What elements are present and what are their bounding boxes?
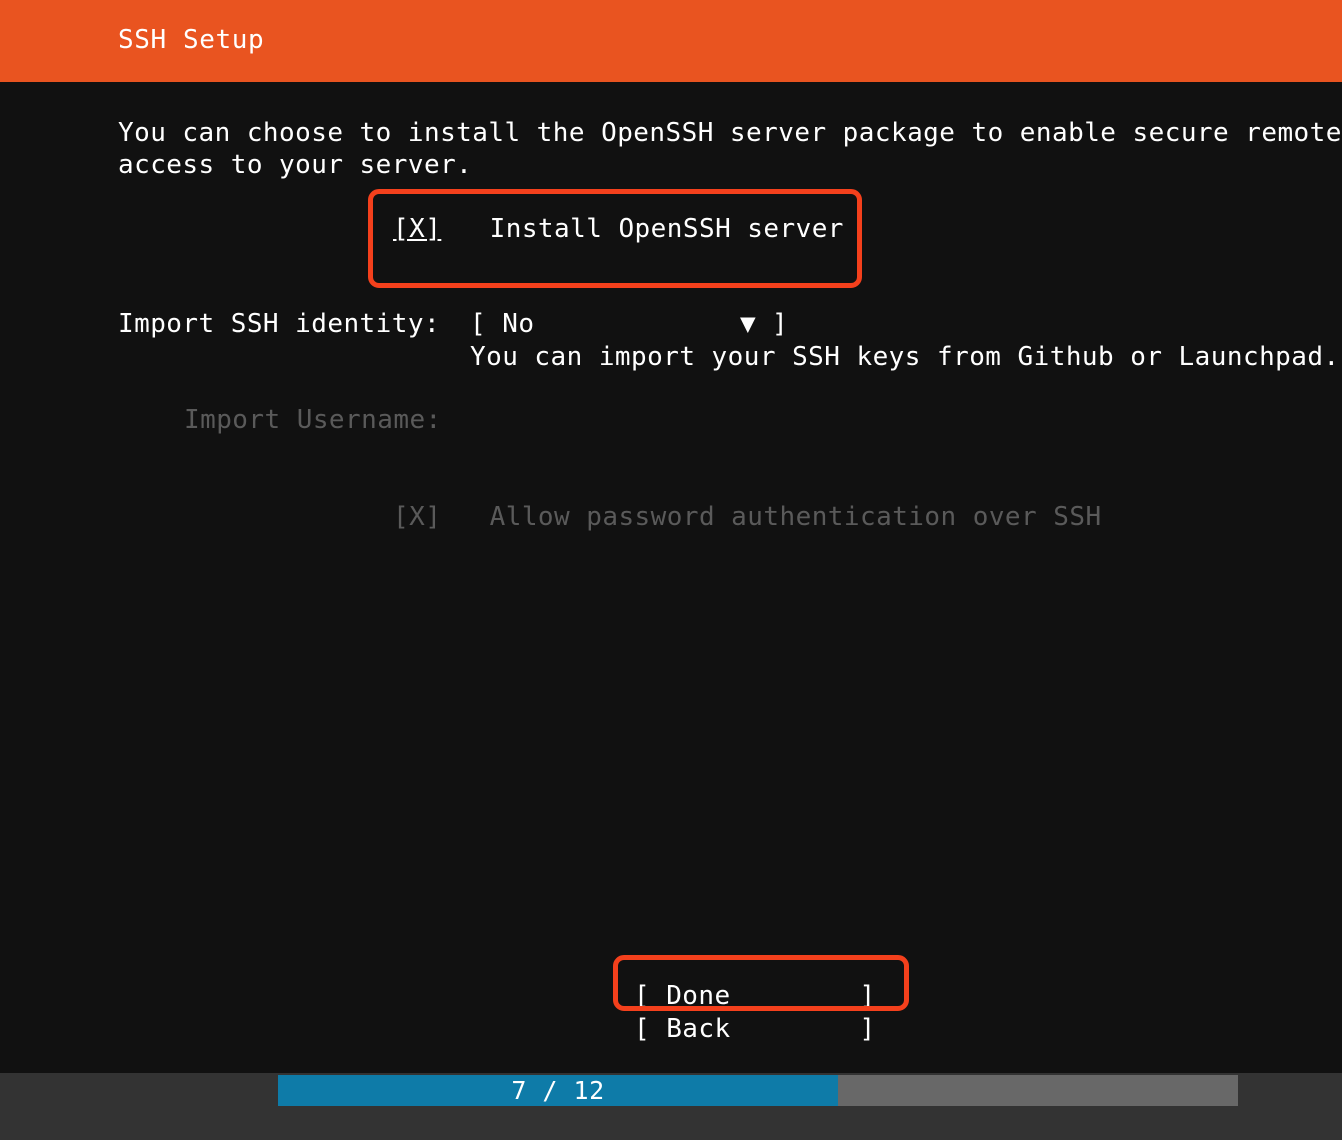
- page-title: SSH Setup: [118, 25, 265, 55]
- description-line-1: You can choose to install the OpenSSH se…: [118, 118, 1342, 148]
- allow-password-auth-label: Allow password authentication over SSH: [489, 502, 1102, 532]
- import-identity-open-bracket: [: [470, 309, 487, 339]
- allow-password-auth-checkbox: [X]: [393, 502, 442, 532]
- description-line-2: access to your server.: [118, 150, 473, 180]
- import-username-label: Import Username:: [184, 405, 442, 435]
- chevron-down-icon[interactable]: ▼: [740, 307, 756, 341]
- allow-password-auth-row: [X] Allow password authentication over S…: [393, 500, 1102, 534]
- install-openssh-label: Install OpenSSH server: [489, 214, 844, 244]
- import-identity-value: No: [502, 309, 535, 339]
- install-openssh-spacer: [441, 214, 489, 244]
- install-openssh-checkbox-row[interactable]: [X] Install OpenSSH server: [393, 212, 844, 246]
- done-button[interactable]: [ Done ]: [634, 979, 876, 1013]
- progress-bar-label: 7 / 12: [511, 1076, 605, 1105]
- progress-bar: 7 / 12: [278, 1075, 1238, 1106]
- import-identity-select[interactable]: [ No: [470, 307, 534, 341]
- import-identity-spacer: [486, 309, 502, 339]
- import-identity-hint: You can import your SSH keys from Github…: [470, 342, 1340, 372]
- install-openssh-checkbox[interactable]: [X]: [393, 214, 441, 244]
- back-button[interactable]: [ Back ]: [634, 1012, 876, 1046]
- installer-screen: SSH Setup You can choose to install the …: [0, 0, 1342, 1140]
- import-identity-close-bracket: ]: [772, 309, 789, 339]
- allow-password-auth-spacer: [441, 502, 489, 532]
- import-identity-label: Import SSH identity:: [118, 309, 441, 339]
- header-bar: SSH Setup: [0, 0, 1342, 82]
